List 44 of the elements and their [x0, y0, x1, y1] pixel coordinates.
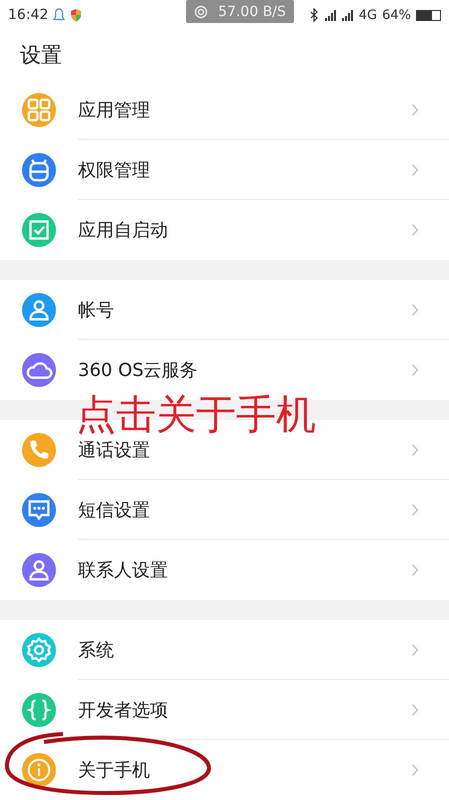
chevron-icon [411, 763, 419, 777]
bluetooth-icon [308, 8, 320, 22]
item-label: 联系人设置 [78, 559, 168, 582]
chevron-icon [411, 502, 419, 516]
chevron-icon [411, 363, 419, 377]
item-label: 系统 [78, 638, 114, 662]
settings-item[interactable]: 系统 [0, 620, 449, 680]
network-speed-badge: 57.00 B/S [186, 0, 294, 23]
hotspot-icon [194, 4, 208, 18]
settings-item[interactable]: 权限管理 [0, 140, 449, 200]
signal-icon [324, 9, 337, 21]
chevron-icon [411, 223, 419, 237]
annotation-text: 点击关于手机 [76, 391, 316, 440]
item-label: 帐号 [78, 298, 114, 322]
settings-item[interactable]: 开发者选项 [0, 680, 449, 740]
item-label: 360 OS云服务 [78, 359, 198, 382]
chevron-icon [411, 563, 419, 577]
clock-time: 16:42 [8, 7, 48, 23]
item-label: 应用管理 [78, 98, 150, 122]
bell-icon [53, 8, 66, 22]
item-label: 关于手机 [78, 759, 150, 782]
chevron-icon [411, 642, 419, 656]
signal-icon [342, 9, 354, 21]
battery-icon [416, 10, 441, 20]
chevron-icon [411, 162, 419, 176]
item-label: 短信设置 [78, 498, 150, 522]
chevron-icon [411, 702, 419, 716]
chevron-icon [411, 102, 419, 116]
settings-item[interactable]: 应用管理 [0, 80, 449, 140]
settings-item[interactable]: 应用自启动 [0, 200, 449, 260]
item-label: 权限管理 [78, 158, 150, 182]
settings-item[interactable]: 短信设置 [0, 480, 449, 540]
settings-item[interactable]: 关于手机 [0, 740, 449, 800]
settings-item[interactable]: 联系人设置 [0, 540, 449, 600]
item-label: 通话设置 [78, 438, 150, 462]
item-label: 开发者选项 [78, 698, 168, 722]
chevron-icon [411, 302, 419, 316]
network-type: 4G [358, 8, 378, 22]
battery-percent: 64% [382, 8, 411, 22]
item-label: 应用自启动 [78, 219, 168, 242]
shield-icon [70, 8, 82, 22]
settings-item[interactable]: 帐号 [0, 280, 449, 340]
page-title: 设置 [20, 42, 62, 69]
chevron-icon [411, 442, 419, 456]
